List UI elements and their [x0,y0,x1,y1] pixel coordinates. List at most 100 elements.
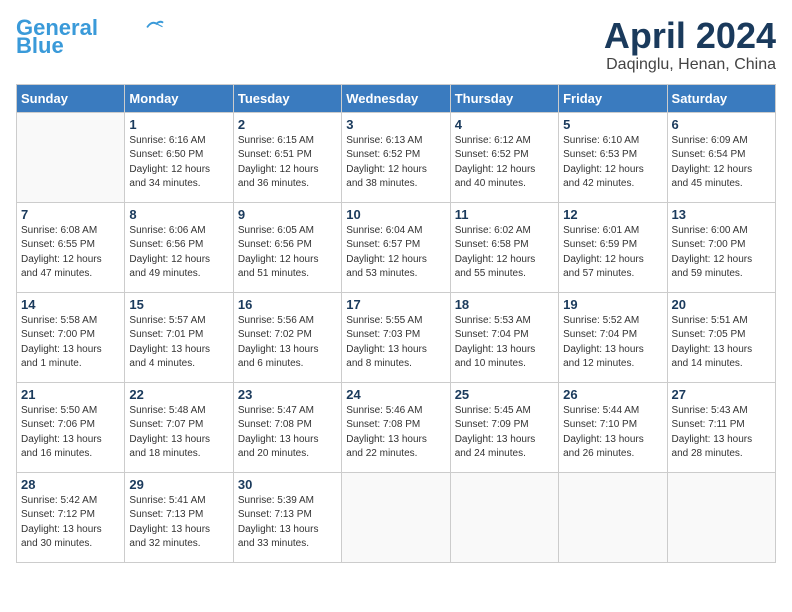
weekday-header-friday: Friday [559,84,667,112]
calendar-cell: 6Sunrise: 6:09 AM Sunset: 6:54 PM Daylig… [667,112,775,202]
day-number: 2 [238,117,337,132]
calendar-cell: 18Sunrise: 5:53 AM Sunset: 7:04 PM Dayli… [450,292,558,382]
day-number: 12 [563,207,662,222]
day-number: 11 [455,207,554,222]
day-info: Sunrise: 5:47 AM Sunset: 7:08 PM Dayligh… [238,404,337,462]
weekday-header-sunday: Sunday [17,84,125,112]
logo-bird-icon [146,19,164,33]
calendar-cell: 11 Sunrise: 6:02 AM Sunset: 6:58 PM Dayli… [450,202,558,292]
day-number: 15 [129,297,228,312]
day-number: 3 [346,117,445,132]
day-number: 7 [21,207,120,222]
calendar-cell: 9 Sunrise: 6:05 AM Sunset: 6:56 PM Daylig… [233,202,341,292]
day-info: Sunrise: 5:39 AM Sunset: 7:13 PM Dayligh… [238,494,337,552]
day-info: Sunrise: 6:01 AM Sunset: 6:59 PM Dayligh… [563,224,662,282]
day-number: 1 [129,117,228,132]
day-info: Sunrise: 5:48 AM Sunset: 7:07 PM Dayligh… [129,404,228,462]
day-number: 28 [21,477,120,492]
day-number: 25 [455,387,554,402]
calendar-cell: 25 Sunrise: 5:45 AM Sunset: 7:09 PM Dayli… [450,382,558,472]
calendar-cell: 12 Sunrise: 6:01 AM Sunset: 6:59 PM Dayli… [559,202,667,292]
calendar-cell: 21 Sunrise: 5:50 AM Sunset: 7:06 PM Dayli… [17,382,125,472]
day-info: Sunrise: 6:08 AM Sunset: 6:55 PM Dayligh… [21,224,120,282]
calendar-cell: 30 Sunrise: 5:39 AM Sunset: 7:13 PM Dayli… [233,472,341,562]
calendar-cell [559,472,667,562]
day-number: 6 [672,117,771,132]
day-number: 9 [238,207,337,222]
calendar-cell: 24 Sunrise: 5:46 AM Sunset: 7:08 PM Dayli… [342,382,450,472]
day-number: 29 [129,477,228,492]
day-number: 4 [455,117,554,132]
day-info: Sunrise: 5:58 AM Sunset: 7:00 PM Dayligh… [21,314,120,372]
weekday-header-tuesday: Tuesday [233,84,341,112]
calendar-cell: 23 Sunrise: 5:47 AM Sunset: 7:08 PM Dayli… [233,382,341,472]
day-number: 14 [21,297,120,312]
day-info: Sunrise: 6:12 AM Sunset: 6:52 PM Dayligh… [455,134,554,192]
calendar-cell: 13 Sunrise: 6:00 AM Sunset: 7:00 PM Dayli… [667,202,775,292]
day-info: Sunrise: 6:02 AM Sunset: 6:58 PM Dayligh… [455,224,554,282]
day-info: Sunrise: 5:41 AM Sunset: 7:13 PM Dayligh… [129,494,228,552]
day-number: 16 [238,297,337,312]
day-number: 24 [346,387,445,402]
calendar-cell: 16 Sunrise: 5:56 AM Sunset: 7:02 PM Dayli… [233,292,341,382]
calendar-cell: 7 Sunrise: 6:08 AM Sunset: 6:55 PM Daylig… [17,202,125,292]
calendar-cell: 17Sunrise: 5:55 AM Sunset: 7:03 PM Dayli… [342,292,450,382]
calendar-cell: 26 Sunrise: 5:44 AM Sunset: 7:10 PM Dayli… [559,382,667,472]
day-info: Sunrise: 5:42 AM Sunset: 7:12 PM Dayligh… [21,494,120,552]
day-info: Sunrise: 5:45 AM Sunset: 7:09 PM Dayligh… [455,404,554,462]
calendar-cell: 27Sunrise: 5:43 AM Sunset: 7:11 PM Dayli… [667,382,775,472]
day-number: 23 [238,387,337,402]
day-info: Sunrise: 6:04 AM Sunset: 6:57 PM Dayligh… [346,224,445,282]
calendar-cell: 19Sunrise: 5:52 AM Sunset: 7:04 PM Dayli… [559,292,667,382]
week-row-4: 21 Sunrise: 5:50 AM Sunset: 7:06 PM Dayli… [17,382,776,472]
weekday-header-monday: Monday [125,84,233,112]
day-info: Sunrise: 5:50 AM Sunset: 7:06 PM Dayligh… [21,404,120,462]
logo: General Blue [16,16,164,58]
calendar-cell: 4 Sunrise: 6:12 AM Sunset: 6:52 PM Daylig… [450,112,558,202]
day-number: 5 [563,117,662,132]
day-info: Sunrise: 6:16 AM Sunset: 6:50 PM Dayligh… [129,134,228,192]
weekday-header-thursday: Thursday [450,84,558,112]
day-info: Sunrise: 6:06 AM Sunset: 6:56 PM Dayligh… [129,224,228,282]
day-info: Sunrise: 5:46 AM Sunset: 7:08 PM Dayligh… [346,404,445,462]
week-row-1: 1 Sunrise: 6:16 AM Sunset: 6:50 PM Daylig… [17,112,776,202]
day-info: Sunrise: 6:05 AM Sunset: 6:56 PM Dayligh… [238,224,337,282]
day-number: 13 [672,207,771,222]
calendar-title: April 2024 [604,16,776,56]
day-number: 22 [129,387,228,402]
calendar-cell: 28 Sunrise: 5:42 AM Sunset: 7:12 PM Dayli… [17,472,125,562]
day-info: Sunrise: 6:00 AM Sunset: 7:00 PM Dayligh… [672,224,771,282]
weekday-header-wednesday: Wednesday [342,84,450,112]
logo-text-blue: Blue [16,34,64,58]
calendar-cell: 5 Sunrise: 6:10 AM Sunset: 6:53 PM Daylig… [559,112,667,202]
day-info: Sunrise: 5:44 AM Sunset: 7:10 PM Dayligh… [563,404,662,462]
calendar-cell [342,472,450,562]
title-block: April 2024 Daqinglu, Henan, China [604,16,776,74]
calendar-cell: 2 Sunrise: 6:15 AM Sunset: 6:51 PM Daylig… [233,112,341,202]
day-info: Sunrise: 6:15 AM Sunset: 6:51 PM Dayligh… [238,134,337,192]
day-number: 20 [672,297,771,312]
day-number: 17 [346,297,445,312]
calendar-cell [17,112,125,202]
calendar-cell [450,472,558,562]
day-number: 8 [129,207,228,222]
day-number: 21 [21,387,120,402]
day-info: Sunrise: 5:56 AM Sunset: 7:02 PM Dayligh… [238,314,337,372]
calendar-cell: 15 Sunrise: 5:57 AM Sunset: 7:01 PM Dayli… [125,292,233,382]
day-number: 30 [238,477,337,492]
day-info: Sunrise: 5:57 AM Sunset: 7:01 PM Dayligh… [129,314,228,372]
day-info: Sunrise: 6:13 AM Sunset: 6:52 PM Dayligh… [346,134,445,192]
weekday-header-saturday: Saturday [667,84,775,112]
day-info: Sunrise: 5:51 AM Sunset: 7:05 PM Dayligh… [672,314,771,372]
calendar-cell: 1 Sunrise: 6:16 AM Sunset: 6:50 PM Daylig… [125,112,233,202]
calendar-table: SundayMondayTuesdayWednesdayThursdayFrid… [16,84,776,563]
day-number: 26 [563,387,662,402]
week-row-2: 7 Sunrise: 6:08 AM Sunset: 6:55 PM Daylig… [17,202,776,292]
day-info: Sunrise: 6:10 AM Sunset: 6:53 PM Dayligh… [563,134,662,192]
calendar-cell: 10 Sunrise: 6:04 AM Sunset: 6:57 PM Dayli… [342,202,450,292]
page-header: General Blue April 2024 Daqinglu, Henan,… [16,16,776,74]
calendar-cell: 20 Sunrise: 5:51 AM Sunset: 7:05 PM Dayli… [667,292,775,382]
week-row-5: 28 Sunrise: 5:42 AM Sunset: 7:12 PM Dayli… [17,472,776,562]
day-number: 10 [346,207,445,222]
day-info: Sunrise: 5:52 AM Sunset: 7:04 PM Dayligh… [563,314,662,372]
